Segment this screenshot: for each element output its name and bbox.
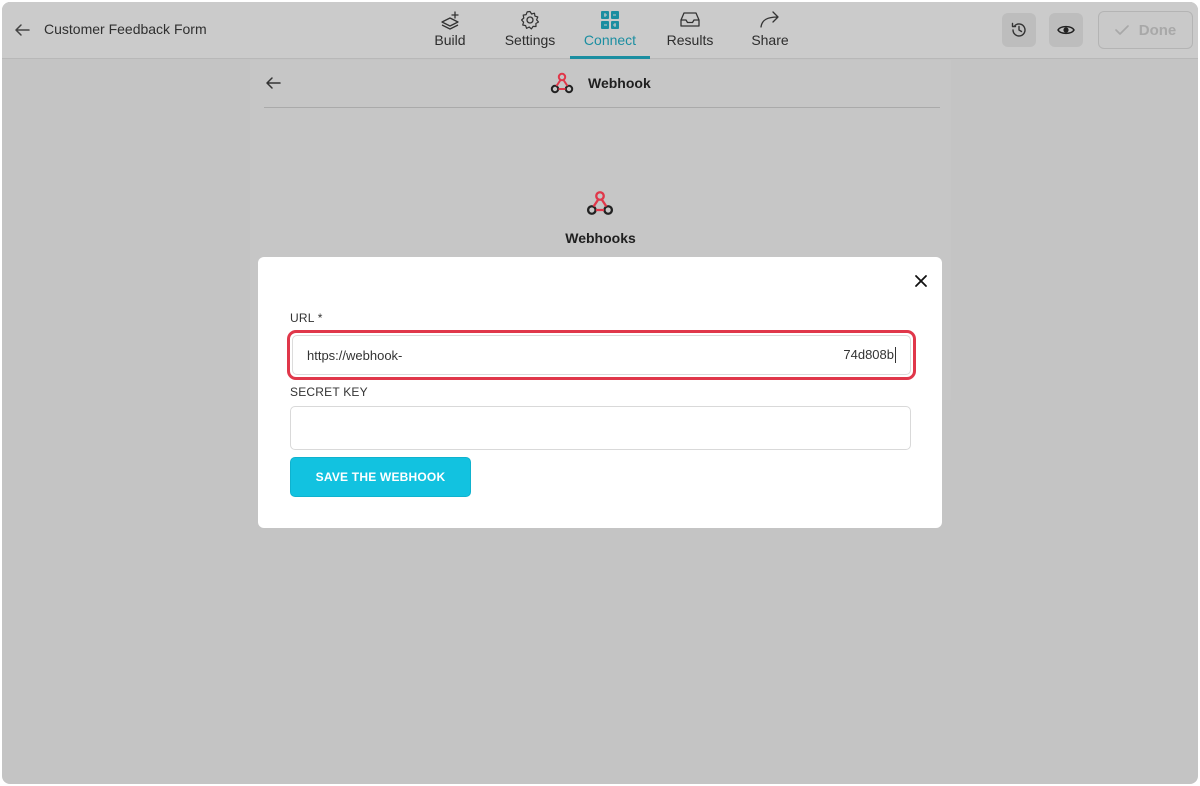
form-title: Customer Feedback Form bbox=[44, 21, 207, 37]
tab-results-label: Results bbox=[666, 32, 714, 48]
checkmark-icon bbox=[1114, 25, 1129, 35]
save-webhook-label: SAVE THE WEBHOOK bbox=[315, 470, 446, 484]
tab-share-label: Share bbox=[751, 32, 789, 48]
url-label: URL * bbox=[290, 311, 323, 325]
close-icon bbox=[915, 275, 927, 287]
tab-build[interactable]: Build bbox=[410, 2, 490, 59]
top-bar: Customer Feedback Form Build Settings Co… bbox=[2, 2, 1198, 59]
close-button[interactable] bbox=[910, 270, 932, 292]
build-icon bbox=[439, 10, 461, 30]
text-caret bbox=[895, 347, 896, 364]
panel-header: Webhook bbox=[264, 60, 940, 108]
tab-build-label: Build bbox=[434, 32, 466, 48]
preview-button[interactable] bbox=[1049, 13, 1083, 47]
panel-back-button[interactable] bbox=[264, 74, 284, 94]
url-value-end-wrap: 74d808b bbox=[843, 347, 896, 364]
panel-title-group: Webhook bbox=[550, 72, 651, 94]
tab-connect[interactable]: Connect bbox=[570, 2, 650, 59]
app-window: Customer Feedback Form Build Settings Co… bbox=[2, 2, 1198, 784]
url-value-end: 74d808b bbox=[843, 346, 894, 362]
arrow-left-icon bbox=[15, 24, 30, 36]
gear-icon bbox=[519, 10, 541, 30]
webhook-icon bbox=[550, 72, 574, 94]
history-icon bbox=[1011, 22, 1026, 37]
tab-results[interactable]: Results bbox=[650, 2, 730, 59]
tab-connect-label: Connect bbox=[583, 32, 637, 48]
secret-key-label: SECRET KEY bbox=[290, 385, 368, 399]
webhook-modal: URL * https://webhook- 74d808b SECRET KE… bbox=[258, 257, 942, 528]
webhooks-logo-icon bbox=[586, 191, 614, 215]
url-input[interactable]: https://webhook- 74d808b bbox=[292, 335, 911, 375]
main-nav: Build Settings Connect Results Share bbox=[410, 2, 810, 59]
share-arrow-icon bbox=[759, 10, 781, 30]
tab-settings-label: Settings bbox=[504, 32, 556, 48]
tab-settings[interactable]: Settings bbox=[490, 2, 570, 59]
done-button-label: Done bbox=[1138, 21, 1177, 39]
url-value-start: https://webhook- bbox=[307, 347, 403, 363]
tab-share[interactable]: Share bbox=[730, 2, 810, 59]
save-webhook-button[interactable]: SAVE THE WEBHOOK bbox=[290, 457, 471, 497]
arrow-left-icon bbox=[266, 77, 281, 89]
eye-icon bbox=[1057, 25, 1075, 35]
done-button[interactable]: Done bbox=[1098, 11, 1193, 49]
secret-key-input[interactable] bbox=[290, 406, 911, 450]
panel-title: Webhook bbox=[588, 75, 651, 91]
history-button[interactable] bbox=[1002, 13, 1036, 47]
back-button[interactable] bbox=[10, 18, 34, 42]
inbox-icon bbox=[679, 10, 701, 30]
webhooks-heading: Webhooks bbox=[565, 230, 636, 246]
puzzle-icon bbox=[599, 10, 621, 30]
